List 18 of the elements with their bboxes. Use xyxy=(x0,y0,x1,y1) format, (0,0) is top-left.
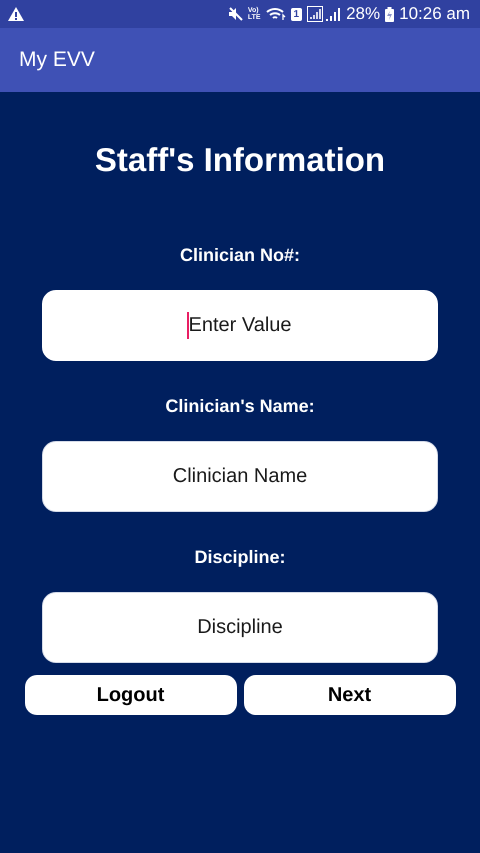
field-label: Discipline: xyxy=(194,546,286,568)
signal-icon xyxy=(307,6,342,22)
field-label: Clinician No#: xyxy=(180,244,300,266)
battery-percent: 28% xyxy=(346,4,380,24)
logout-button[interactable]: Logout xyxy=(24,675,236,715)
page-heading: Staff's Information xyxy=(94,140,386,180)
field-label: Clinician's Name: xyxy=(165,395,315,417)
warning-icon xyxy=(8,7,24,21)
text-cursor xyxy=(187,312,189,339)
input-field[interactable]: Discipline xyxy=(42,592,438,663)
sim-badge: 1 xyxy=(290,8,302,20)
app-title: My EVV xyxy=(19,48,95,72)
battery-charging-icon xyxy=(385,6,394,22)
clock-time: 10:26 am xyxy=(399,4,470,24)
wifi-icon xyxy=(266,7,286,21)
mute-icon xyxy=(228,7,243,21)
input-field[interactable]: Clinician Name xyxy=(42,441,438,512)
next-button[interactable]: Next xyxy=(244,675,456,715)
